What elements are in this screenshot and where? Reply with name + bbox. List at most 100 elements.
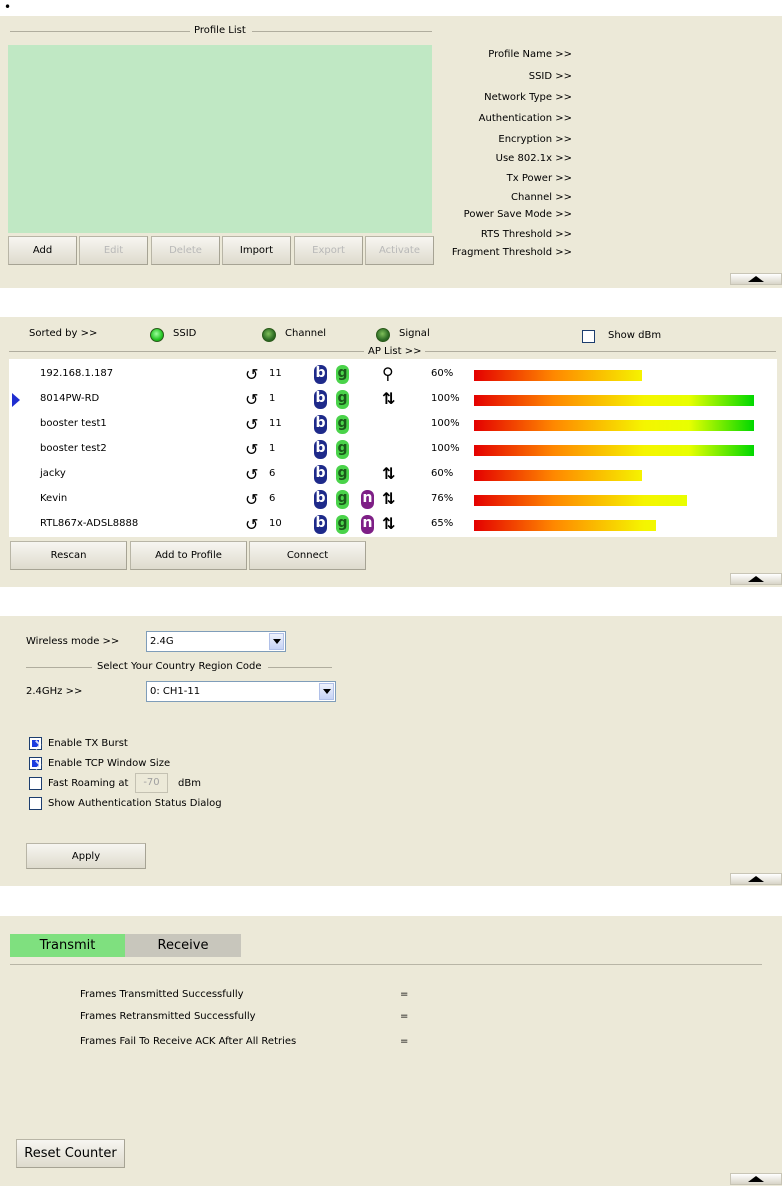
signal-strength-bar: [474, 370, 642, 381]
signal-strength-bar: [474, 495, 687, 506]
key-icon: ⚲: [382, 364, 394, 383]
signal-strength-bar: [474, 445, 754, 456]
mode-g-icon: g: [336, 440, 349, 459]
sort-ssid-radio[interactable]: [150, 328, 164, 342]
ap-row[interactable]: 192.168.1.187 ↺ 11 b g ⚲ 60%: [9, 362, 777, 387]
refresh-icon: ⇅: [382, 389, 396, 408]
collapse-button[interactable]: [730, 873, 782, 885]
ap-channel: 11: [269, 418, 282, 429]
mode-g-icon: g: [336, 365, 349, 384]
advanced-panel: Wireless mode >> 2.4G Select Your Countr…: [0, 616, 782, 886]
fast-roaming-label: Fast Roaming at: [48, 778, 129, 789]
collapse-button[interactable]: [730, 1173, 782, 1185]
mode-g-icon: g: [336, 465, 349, 484]
tcp-window-label: Enable TCP Window Size: [48, 758, 171, 769]
ssid-label: SSID >>: [528, 71, 572, 82]
region-select[interactable]: 0: CH1-11: [146, 681, 336, 702]
dropdown-arrow-icon[interactable]: [319, 683, 334, 700]
ap-list-panel: Sorted by >> SSID Channel Signal Show dB…: [0, 317, 782, 587]
ap-ssid: booster test1: [40, 418, 107, 429]
channel-icon: ↺: [245, 365, 259, 384]
ap-channel: 10: [269, 518, 282, 529]
ap-row[interactable]: jacky ↺ 6 b g ⇅ 60%: [9, 462, 777, 487]
reset-counter-button[interactable]: Reset Counter: [16, 1139, 125, 1168]
region-value: 0: CH1-11: [150, 686, 201, 697]
connect-button[interactable]: Connect: [249, 541, 366, 570]
ap-channel: 6: [269, 468, 276, 479]
ap-row[interactable]: booster test2 ↺ 1 b g 100%: [9, 437, 777, 462]
apply-button[interactable]: Apply: [26, 843, 146, 869]
region-group-line-right: [268, 667, 332, 668]
add-to-profile-button[interactable]: Add to Profile: [130, 541, 247, 570]
ap-signal-percent: 76%: [431, 493, 454, 504]
mode-b-icon: b: [314, 515, 327, 534]
selected-row-arrow-icon: [12, 393, 20, 407]
collapse-up-icon: [748, 576, 764, 582]
show-dbm-checkbox[interactable]: [582, 330, 595, 343]
edit-profile-button[interactable]: Edit: [79, 236, 148, 265]
refresh-icon: ⇅: [382, 464, 396, 483]
ap-row[interactable]: Kevin ↺ 6 b g n ⇅ 76%: [9, 487, 777, 512]
sort-ssid-label: SSID: [173, 328, 197, 339]
sort-signal-label: Signal: [399, 328, 430, 339]
mode-g-icon: g: [336, 390, 349, 409]
add-profile-button[interactable]: Add: [8, 236, 77, 265]
delete-profile-button[interactable]: Delete: [151, 236, 220, 265]
refresh-icon: ⇅: [382, 514, 396, 533]
collapse-up-icon: [748, 876, 764, 882]
ap-channel: 1: [269, 393, 276, 404]
use-8021x-label: Use 802.1x >>: [495, 153, 572, 164]
profile-list-title: Profile List: [190, 25, 250, 36]
channel-icon: ↺: [245, 390, 259, 409]
tab-transmit[interactable]: Transmit: [10, 934, 125, 957]
collapse-button[interactable]: [730, 573, 782, 585]
mode-g-icon: g: [336, 515, 349, 534]
auth-dialog-checkbox[interactable]: [29, 797, 42, 810]
sort-channel-radio[interactable]: [262, 328, 276, 342]
wireless-mode-select[interactable]: 2.4G: [146, 631, 286, 652]
profile-name-label: Profile Name >>: [488, 49, 572, 60]
activate-profile-button[interactable]: Activate: [365, 236, 434, 265]
band-label: 2.4GHz >>: [26, 686, 83, 697]
fast-roaming-value: -70: [143, 777, 160, 788]
profile-list-box[interactable]: [8, 45, 432, 233]
signal-strength-bar: [474, 470, 642, 481]
authentication-label: Authentication >>: [478, 113, 572, 124]
ap-channel: 6: [269, 493, 276, 504]
ap-ssid: Kevin: [40, 493, 68, 504]
wireless-mode-label: Wireless mode >>: [26, 636, 120, 647]
collapse-button[interactable]: [730, 273, 782, 285]
mode-g-icon: g: [336, 490, 349, 509]
dropdown-arrow-icon[interactable]: [269, 633, 284, 650]
mode-n-icon: n: [361, 515, 374, 534]
channel-icon: ↺: [245, 515, 259, 534]
fast-roaming-input[interactable]: -70: [135, 773, 168, 793]
fast-roaming-checkbox[interactable]: [29, 777, 42, 790]
tx-power-label: Tx Power >>: [506, 173, 572, 184]
ap-row[interactable]: booster test1 ↺ 11 b g 100%: [9, 412, 777, 437]
ap-row[interactable]: 8014PW-RD ↺ 1 b g ⇅ 100%: [9, 387, 777, 412]
ap-signal-percent: 100%: [431, 393, 460, 404]
mode-b-icon: b: [314, 415, 327, 434]
bullet: •: [4, 0, 12, 14]
mode-b-icon: b: [314, 490, 327, 509]
channel-icon: ↺: [245, 440, 259, 459]
mode-b-icon: b: [314, 390, 327, 409]
dbm-unit-label: dBm: [178, 778, 201, 789]
import-profile-button[interactable]: Import: [222, 236, 291, 265]
ap-channel: 11: [269, 368, 282, 379]
sort-signal-radio[interactable]: [376, 328, 390, 342]
stat-equals-fail-ack: =: [400, 1036, 409, 1047]
tx-burst-checkbox[interactable]: [29, 737, 42, 750]
tab-receive[interactable]: Receive: [125, 934, 241, 957]
rescan-button[interactable]: Rescan: [10, 541, 127, 570]
wireless-mode-value: 2.4G: [150, 636, 174, 647]
rts-threshold-label: RTS Threshold >>: [480, 229, 572, 240]
ap-ssid: booster test2: [40, 443, 107, 454]
ap-row[interactable]: RTL867x-ADSL8888 ↺ 10 b g n ⇅ 65%: [9, 512, 777, 537]
channel-icon: ↺: [245, 415, 259, 434]
ap-signal-percent: 100%: [431, 418, 460, 429]
show-dbm-label: Show dBm: [608, 330, 662, 341]
export-profile-button[interactable]: Export: [294, 236, 363, 265]
tcp-window-checkbox[interactable]: [29, 757, 42, 770]
